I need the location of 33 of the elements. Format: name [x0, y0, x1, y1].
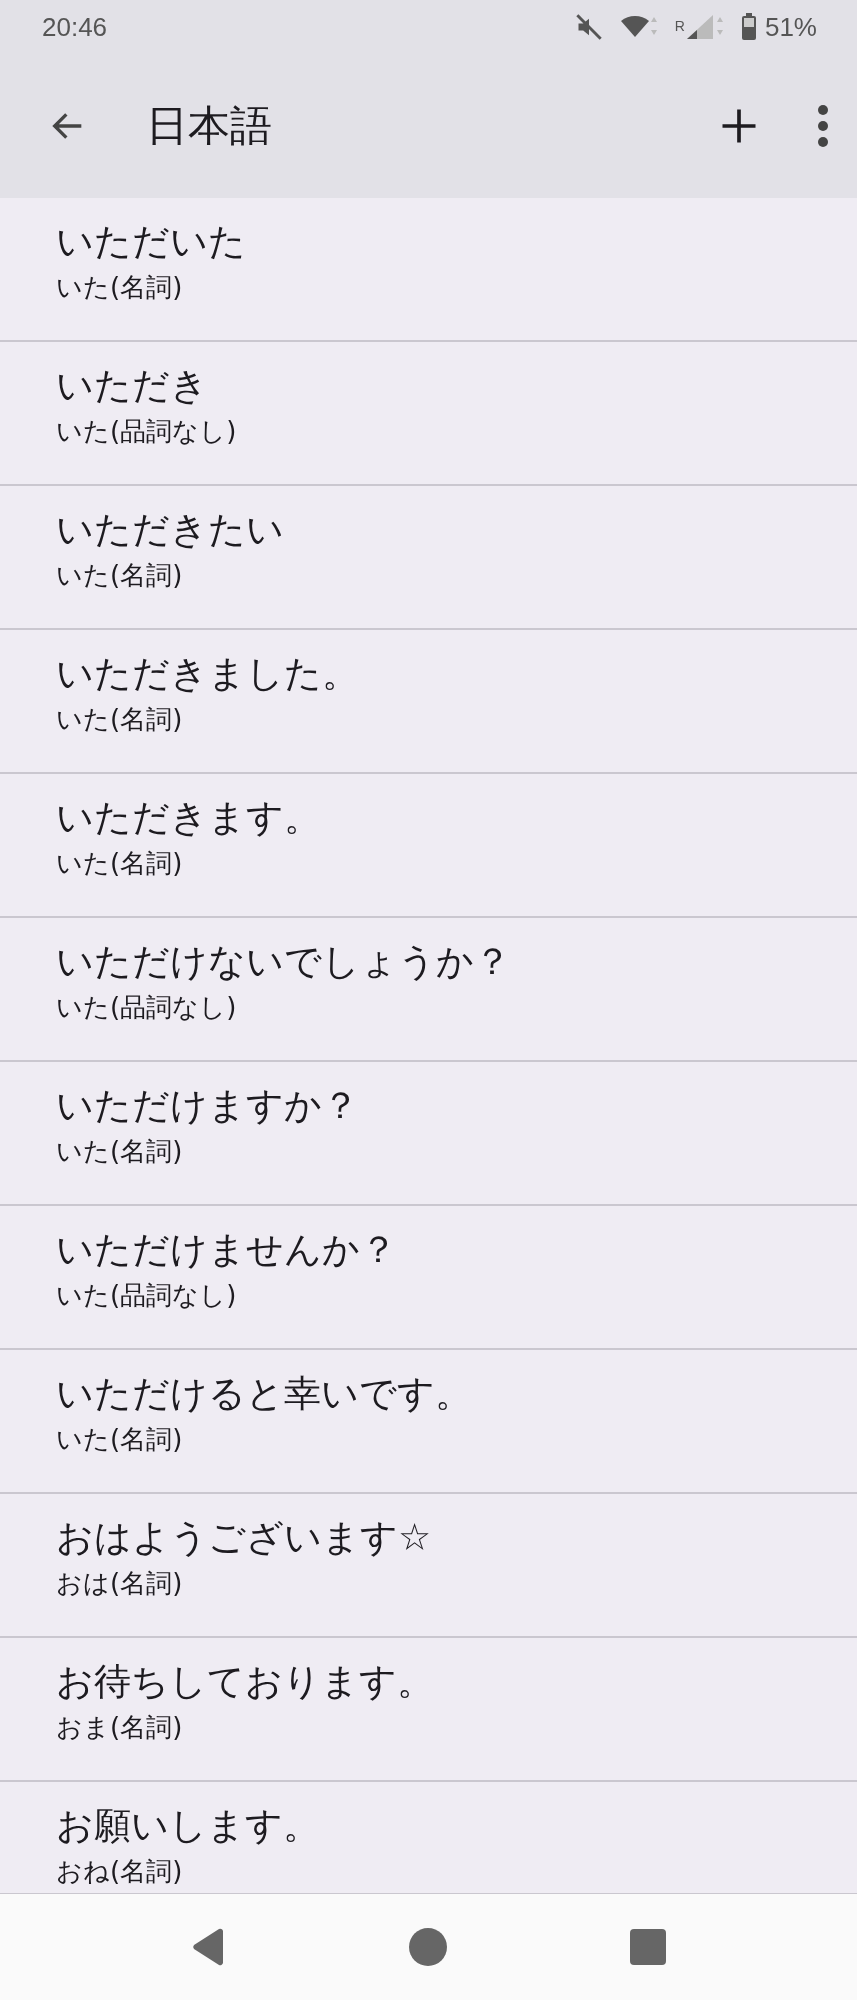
item-reading: いた(名詞) — [56, 847, 184, 880]
item-reading: いた(名詞) — [56, 1423, 184, 1456]
roaming-indicator: R — [674, 17, 685, 34]
item-word: いただけますか？ — [56, 1083, 360, 1129]
item-word: いただき — [56, 363, 209, 409]
item-word: いただけると幸いです。 — [56, 1371, 473, 1417]
item-word: いただけないでしょうか？ — [56, 939, 512, 985]
item-word: いただきました。 — [56, 651, 360, 697]
square-icon — [630, 1929, 667, 1965]
item-word: いただきたい — [56, 507, 285, 553]
item-reading: いた(品詞なし) — [56, 1279, 238, 1312]
item-word: いただけませんか？ — [56, 1227, 398, 1273]
status-time: 20:46 — [42, 11, 108, 43]
item-word: おはようございます☆ — [56, 1515, 433, 1561]
item-reading: いた(名詞) — [56, 559, 184, 592]
item-word: いただきます。 — [56, 795, 322, 841]
more-vertical-icon — [817, 104, 829, 148]
item-word: お待ちしております。 — [56, 1659, 435, 1705]
muted-icon — [574, 13, 603, 41]
item-reading: おは(名詞) — [56, 1567, 184, 1600]
item-reading: いた(名詞) — [56, 1135, 184, 1168]
item-reading: いた(名詞) — [56, 271, 184, 304]
battery-level: 51% — [764, 11, 817, 43]
item-reading: おね(名詞) — [56, 1855, 184, 1888]
item-reading: いた(品詞なし) — [56, 991, 238, 1024]
item-reading: いた(名詞) — [56, 703, 184, 736]
item-word: お願いします。 — [56, 1803, 321, 1849]
circle-icon — [408, 1927, 449, 1967]
toolbar-title: 日本語 — [146, 100, 273, 152]
battery-icon — [740, 13, 757, 41]
item-reading: おま(名詞) — [56, 1711, 184, 1744]
item-reading: いた(品詞なし) — [56, 415, 238, 448]
item-word: いただいた — [56, 219, 247, 265]
